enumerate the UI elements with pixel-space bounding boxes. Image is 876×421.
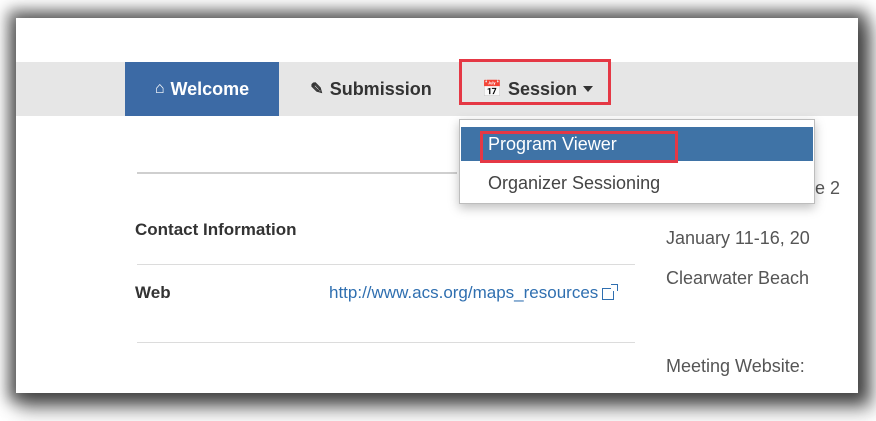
- meeting-dates: January 11-16, 20: [666, 228, 810, 248]
- divider: [137, 342, 635, 343]
- nav-submission-label: Submission: [329, 78, 432, 99]
- pencil-icon: ✎: [310, 81, 324, 98]
- meeting-website-label: Meeting Website:: [666, 356, 805, 376]
- annotation-highlight-session: [459, 59, 611, 105]
- web-label: Web: [135, 283, 171, 302]
- contact-information-heading: Contact Information: [135, 220, 297, 239]
- web-link-text: http://www.acs.org/maps_resources: [329, 283, 599, 302]
- divider: [137, 264, 635, 265]
- meeting-location: Clearwater Beach: [666, 268, 810, 288]
- external-link-icon: [602, 283, 619, 300]
- nav-submission[interactable]: ✎ Submission: [291, 62, 451, 116]
- annotation-highlight-program-viewer: [480, 131, 678, 163]
- nav-welcome-label: Welcome: [170, 78, 250, 99]
- home-icon: ⌂: [154, 80, 165, 97]
- meeting-title-fragment: e 2: [815, 178, 841, 198]
- divider: [137, 172, 457, 174]
- screenshot-frame: ⌂ Welcome ✎ Submission 📅 Session Program…: [16, 18, 858, 393]
- screenshot-stage: ⌂ Welcome ✎ Submission 📅 Session Program…: [0, 0, 876, 421]
- menu-item-label: Organizer Sessioning: [488, 172, 661, 193]
- nav-welcome[interactable]: ⌂ Welcome: [125, 62, 279, 116]
- menu-item-organizer-sessioning[interactable]: Organizer Sessioning: [461, 166, 813, 200]
- web-link[interactable]: http://www.acs.org/maps_resources: [329, 282, 629, 303]
- app-viewport: ⌂ Welcome ✎ Submission 📅 Session Program…: [16, 18, 858, 393]
